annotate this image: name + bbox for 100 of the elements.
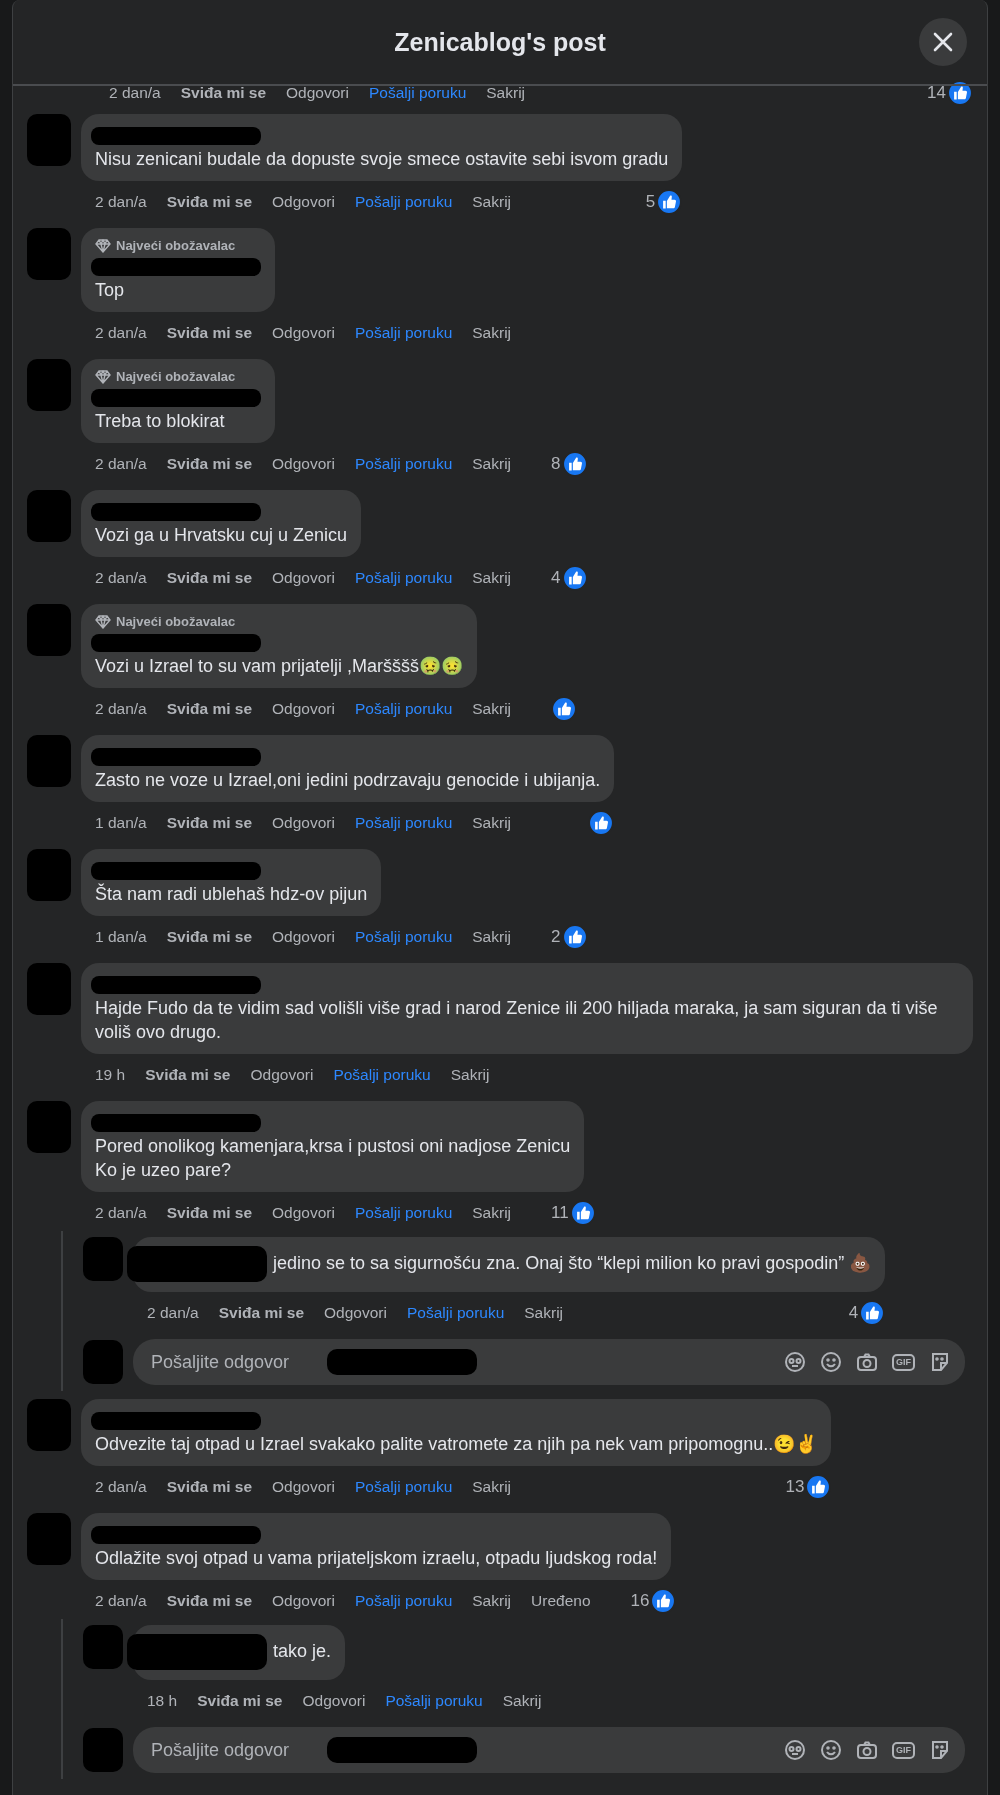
message-link[interactable]: Pošalji poruku (354, 193, 453, 211)
like-link[interactable]: Sviđa mi se (166, 700, 252, 718)
redaction-mark (27, 849, 71, 901)
avatar-sticker-icon[interactable] (784, 1351, 806, 1373)
comment-time[interactable]: 2 dan/a (95, 455, 147, 473)
camera-icon[interactable] (856, 1351, 878, 1373)
like-link[interactable]: Sviđa mi se (166, 814, 252, 832)
like-link[interactable]: Sviđa mi se (166, 928, 252, 946)
message-link[interactable]: Pošalji poruku (354, 814, 453, 832)
hide-link[interactable]: Sakrij (502, 1692, 542, 1710)
message-link[interactable]: Pošalji poruku (354, 1204, 453, 1222)
like-icon[interactable] (805, 1474, 832, 1500)
like-icon[interactable] (588, 810, 615, 836)
hide-link[interactable]: Sakrij (524, 1304, 564, 1322)
comment-time[interactable]: 2 dan/a (95, 324, 147, 342)
reply-link[interactable]: Odgovori (302, 1692, 366, 1710)
reply-link[interactable]: Odgovori (272, 928, 335, 946)
like-icon[interactable] (569, 1200, 596, 1226)
like-link[interactable]: Sviđa mi se (166, 193, 252, 211)
like-link[interactable]: Sviđa mi se (166, 324, 252, 342)
reply-link[interactable]: Odgovori (272, 1592, 335, 1610)
message-link[interactable]: Pošalji poruku (406, 1304, 505, 1322)
like-link[interactable]: Sviđa mi se (166, 455, 252, 473)
comment-time[interactable]: 2 dan/a (95, 1592, 147, 1610)
hide-link[interactable]: Sakrij (472, 569, 512, 587)
like-link[interactable]: Sviđa mi se (166, 1204, 252, 1222)
like-link[interactable]: Sviđa mi se (166, 569, 252, 587)
reply-link[interactable]: Odgovori (286, 84, 349, 102)
close-button[interactable] (919, 18, 967, 66)
comment-time[interactable]: 1 dan/a (95, 814, 147, 832)
comment-time[interactable]: 2 dan/a (109, 84, 161, 102)
like-icon[interactable] (561, 565, 588, 591)
comment-time[interactable]: 2 dan/a (95, 193, 147, 211)
message-link[interactable]: Pošalji poruku (385, 1692, 483, 1710)
like-link[interactable]: Sviđa mi se (166, 1478, 252, 1496)
edited-label[interactable]: Uređeno (531, 1592, 591, 1610)
like-link[interactable]: Sviđa mi se (180, 84, 266, 102)
gif-icon[interactable]: GIF (892, 1353, 915, 1371)
hide-link[interactable]: Sakrij (450, 1066, 490, 1084)
like-icon[interactable] (859, 1300, 886, 1326)
message-link[interactable]: Pošalji poruku (354, 324, 453, 342)
emoji-icon[interactable] (820, 1351, 842, 1373)
like-icon[interactable] (650, 1588, 677, 1614)
reply-link[interactable]: Odgovori (272, 1478, 335, 1496)
reply-link[interactable]: Odgovori (272, 193, 335, 211)
hide-link[interactable]: Sakrij (486, 84, 526, 102)
reply-link[interactable]: Odgovori (250, 1066, 314, 1084)
gif-icon[interactable]: GIF (892, 1741, 915, 1759)
reply-link[interactable]: Odgovori (272, 324, 335, 342)
hide-link[interactable]: Sakrij (472, 1592, 512, 1610)
comment-time[interactable]: 2 dan/a (147, 1304, 199, 1322)
hide-link[interactable]: Sakrij (472, 928, 512, 946)
hide-link[interactable]: Sakrij (472, 814, 512, 832)
sticker-icon[interactable] (929, 1351, 951, 1373)
redaction-mark (27, 490, 71, 542)
message-link[interactable]: Pošalji poruku (354, 700, 453, 718)
hide-link[interactable]: Sakrij (472, 1204, 512, 1222)
message-link[interactable]: Pošalji poruku (354, 1478, 453, 1496)
camera-icon[interactable] (856, 1739, 878, 1761)
message-link[interactable]: Pošalji poruku (354, 1592, 453, 1610)
comment-time[interactable]: 2 dan/a (95, 569, 147, 587)
comment-time[interactable]: 2 dan/a (95, 1204, 147, 1222)
hide-link[interactable]: Sakrij (472, 455, 512, 473)
fan-label: Najveći obožavalac (116, 368, 236, 385)
reply-field[interactable]: Pošaljite odgovor GIF (133, 1339, 965, 1385)
like-link[interactable]: Sviđa mi se (166, 1592, 252, 1610)
reply-link[interactable]: Odgovori (272, 1204, 335, 1222)
hide-link[interactable]: Sakrij (472, 700, 512, 718)
message-link[interactable]: Pošalji poruku (333, 1066, 431, 1084)
like-icon[interactable] (656, 189, 683, 215)
reply-link[interactable]: Odgovori (324, 1304, 387, 1322)
sticker-icon[interactable] (929, 1739, 951, 1761)
reply-link[interactable]: Odgovori (272, 455, 335, 473)
comment-time[interactable]: 1 dan/a (95, 928, 147, 946)
comment-time[interactable]: 19 h (95, 1066, 126, 1084)
emoji-icon[interactable] (820, 1739, 842, 1761)
reply-field[interactable]: Pošaljite odgovor GIF (133, 1727, 965, 1773)
hide-link[interactable]: Sakrij (472, 1478, 512, 1496)
reply-link[interactable]: Odgovori (272, 814, 335, 832)
message-link[interactable]: Pošalji poruku (354, 569, 453, 587)
like-link[interactable]: Sviđa mi se (197, 1692, 283, 1710)
message-link[interactable]: Pošalji poruku (354, 455, 453, 473)
reply-link[interactable]: Odgovori (272, 569, 335, 587)
like-icon[interactable] (551, 696, 578, 722)
message-link[interactable]: Pošalji poruku (368, 84, 467, 102)
reply-link[interactable]: Odgovori (272, 700, 335, 718)
avatar-sticker-icon[interactable] (784, 1739, 806, 1761)
like-icon[interactable] (561, 451, 588, 477)
like-link[interactable]: Sviđa mi se (218, 1304, 304, 1322)
comment-time[interactable]: 2 dan/a (95, 1478, 147, 1496)
comment-time[interactable]: 2 dan/a (95, 700, 147, 718)
hide-link[interactable]: Sakrij (472, 324, 512, 342)
like-icon[interactable] (947, 80, 973, 106)
like-link[interactable]: Sviđa mi se (145, 1066, 231, 1084)
message-link[interactable]: Pošalji poruku (354, 928, 453, 946)
hide-link[interactable]: Sakrij (472, 193, 512, 211)
comment-time[interactable]: 18 h (147, 1692, 178, 1710)
comment-text: Odlažite svoj otpad u vama prijateljskom izraelu, otpadu ljudskog roda! (95, 1548, 658, 1568)
comment-text: jedino se to sa sigurnošću zna. Onaj što “klepi milion ko pravi gospodin” 💩 (273, 1252, 872, 1273)
like-icon[interactable] (561, 924, 588, 950)
